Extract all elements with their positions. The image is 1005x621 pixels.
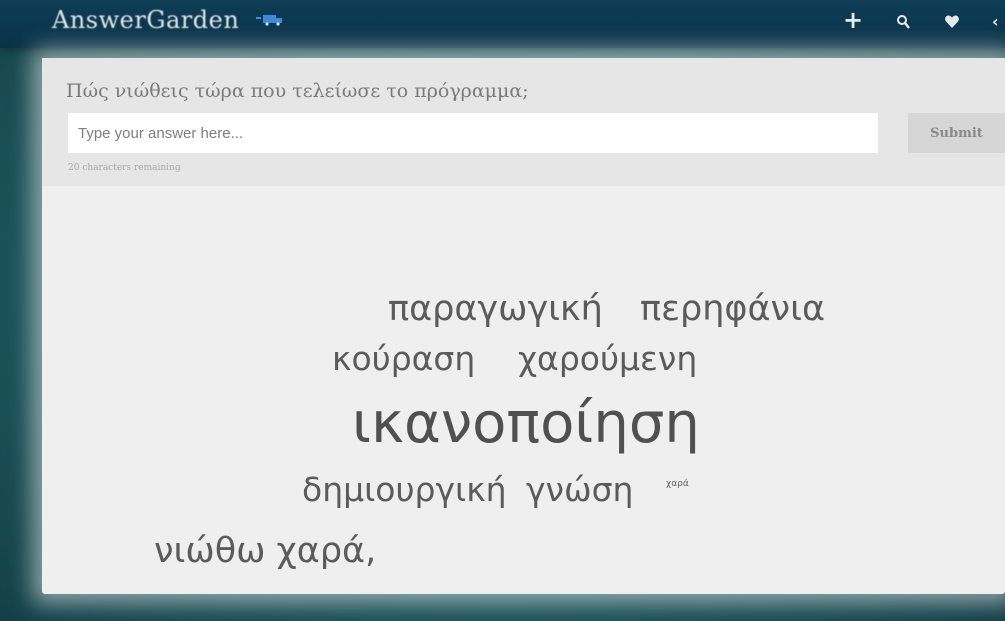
question-text: Πώς νιώθεις τώρα που τελείωσε το πρόγραμ… [66,80,529,102]
app-logo[interactable]: AnswerGarden [52,6,239,34]
answer-garden-panel: Πώς νιώθεις τώρα που τελείωσε το πρόγραμ… [42,58,1005,594]
word-cloud-answer[interactable]: ικανοποίηση [352,396,700,452]
word-cloud-answer[interactable]: δημιουργική [302,473,507,506]
word-cloud-answer[interactable]: νιώθω χαρά, [154,534,376,569]
top-bar: AnswerGarden + ‹ [0,0,1005,48]
word-cloud-answer[interactable]: κούραση [332,342,475,375]
truck-icon [256,15,282,26]
answer-input[interactable] [68,113,878,153]
question-area: Πώς νιώθεις τώρα που τελείωσε το πρόγραμ… [42,58,1005,186]
plus-icon[interactable]: + [843,6,863,34]
heart-icon[interactable] [944,14,960,30]
search-icon[interactable] [896,14,910,30]
characters-remaining: 20 characters remaining [68,163,181,173]
word-cloud-answer[interactable]: γνώση [526,473,633,506]
word-cloud-answer[interactable]: περηφάνια [640,292,825,327]
word-cloud-answer[interactable]: παραγωγική [388,292,603,327]
submit-button[interactable]: Submit [908,113,1005,153]
word-cloud-answer[interactable]: χαρούμενη [518,342,697,375]
share-icon[interactable]: ‹ [992,12,999,31]
word-cloud-answer[interactable]: χαρά [666,480,689,489]
